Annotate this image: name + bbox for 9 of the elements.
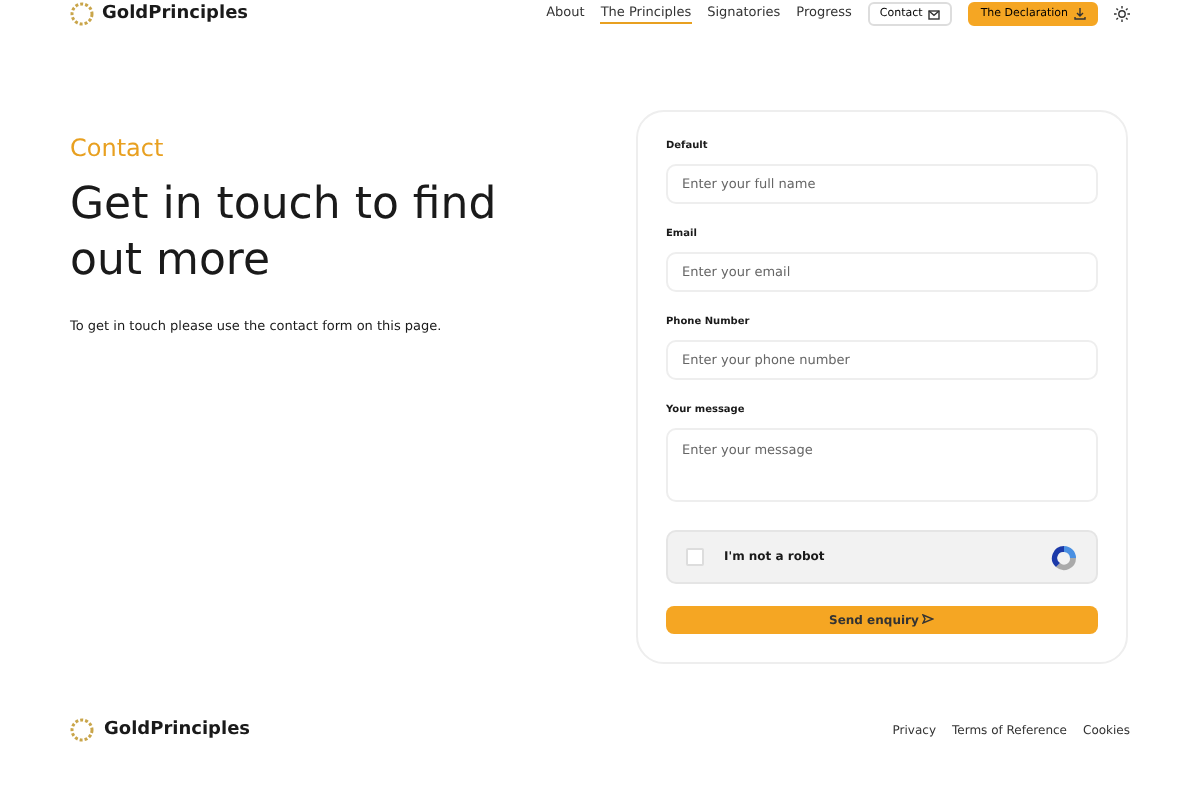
sun-icon[interactable] [1114,6,1130,22]
captcha-checkbox[interactable] [686,548,704,567]
eyebrow-text: Contact [70,134,166,162]
page-heading: Get in touch to find out more [70,178,499,290]
logo-text: GoldPrinciples [102,4,249,24]
logo-text: GoldPrinciples [104,720,251,740]
send-icon [922,613,935,624]
download-icon [1074,8,1086,20]
mail-icon [928,9,941,19]
